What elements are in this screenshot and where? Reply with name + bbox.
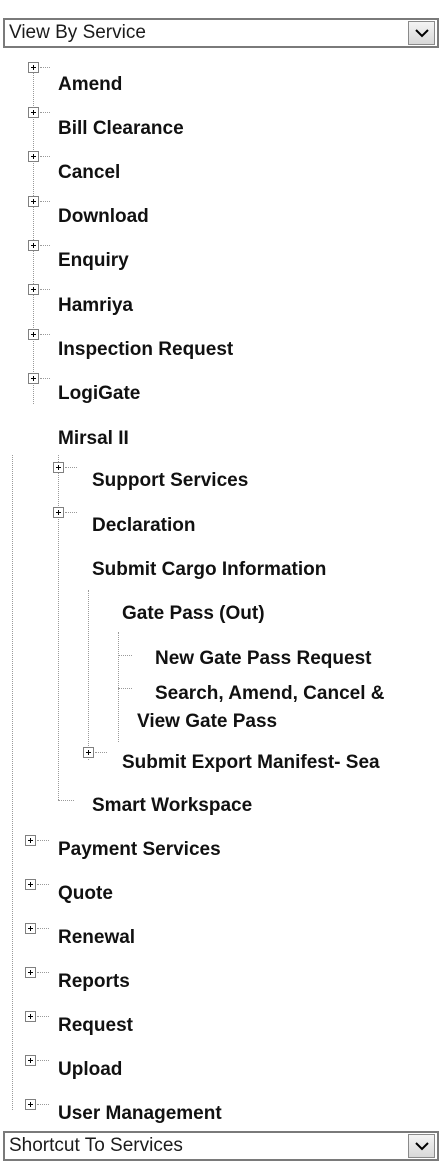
expand-icon[interactable]	[28, 62, 39, 73]
expand-icon[interactable]	[25, 1099, 36, 1110]
tree-item-gate-pass-out[interactable]: Gate Pass (Out)	[122, 603, 265, 625]
tree-item-enquiry[interactable]: Enquiry	[58, 250, 129, 272]
tree-item-submit-export-manifest-sea[interactable]: Submit Export Manifest- Sea	[122, 752, 380, 774]
expand-icon[interactable]	[28, 107, 39, 118]
tree-item-inspection-request[interactable]: Inspection Request	[58, 339, 233, 361]
tree-item-new-gate-pass-request[interactable]: New Gate Pass Request	[155, 648, 371, 670]
tree-item-view-gate-pass[interactable]: View Gate Pass	[137, 711, 277, 733]
expand-icon[interactable]	[83, 747, 94, 758]
service-tree: Amend Bill Clearance Cancel Download Enq…	[0, 0, 445, 1168]
expand-icon[interactable]	[28, 284, 39, 295]
expand-icon[interactable]	[53, 507, 64, 518]
tree-item-support-services[interactable]: Support Services	[92, 470, 248, 492]
chevron-down-icon[interactable]	[408, 1134, 435, 1158]
service-navigation-panel: View By Service Amend Bill Clearance Can…	[0, 0, 445, 1168]
expand-icon[interactable]	[25, 835, 36, 846]
tree-item-logigate[interactable]: LogiGate	[58, 383, 140, 405]
tree-item-search-amend-cancel[interactable]: Search, Amend, Cancel &	[155, 683, 384, 705]
tree-connector	[118, 632, 119, 742]
expand-icon[interactable]	[28, 373, 39, 384]
tree-item-upload[interactable]: Upload	[58, 1059, 122, 1081]
tree-item-mirsal-ii[interactable]: Mirsal II	[58, 428, 129, 450]
tree-item-download[interactable]: Download	[58, 206, 149, 228]
expand-icon[interactable]	[25, 1055, 36, 1066]
expand-icon[interactable]	[25, 967, 36, 978]
expand-icon[interactable]	[28, 151, 39, 162]
tree-item-renewal[interactable]: Renewal	[58, 927, 135, 949]
tree-item-request[interactable]: Request	[58, 1015, 133, 1037]
tree-item-quote[interactable]: Quote	[58, 883, 113, 905]
tree-connector	[12, 455, 13, 1110]
expand-icon[interactable]	[28, 196, 39, 207]
tree-item-amend[interactable]: Amend	[58, 74, 122, 96]
tree-item-bill-clearance[interactable]: Bill Clearance	[58, 118, 184, 140]
tree-item-submit-cargo-information[interactable]: Submit Cargo Information	[92, 559, 326, 581]
tree-connector	[88, 590, 89, 760]
expand-icon[interactable]	[28, 329, 39, 340]
tree-item-user-management[interactable]: User Management	[58, 1103, 222, 1125]
expand-icon[interactable]	[28, 240, 39, 251]
tree-item-declaration[interactable]: Declaration	[92, 515, 195, 537]
expand-icon[interactable]	[25, 879, 36, 890]
tree-item-cancel[interactable]: Cancel	[58, 162, 120, 184]
expand-icon[interactable]	[25, 923, 36, 934]
tree-item-reports[interactable]: Reports	[58, 971, 130, 993]
tree-item-hamriya[interactable]: Hamriya	[58, 295, 133, 317]
tree-item-smart-workspace[interactable]: Smart Workspace	[92, 795, 252, 817]
shortcut-to-services-select[interactable]: Shortcut To Services	[3, 1131, 439, 1161]
expand-icon[interactable]	[25, 1011, 36, 1022]
expand-icon[interactable]	[53, 462, 64, 473]
shortcut-to-services-value: Shortcut To Services	[9, 1135, 183, 1156]
tree-item-payment-services[interactable]: Payment Services	[58, 839, 221, 861]
